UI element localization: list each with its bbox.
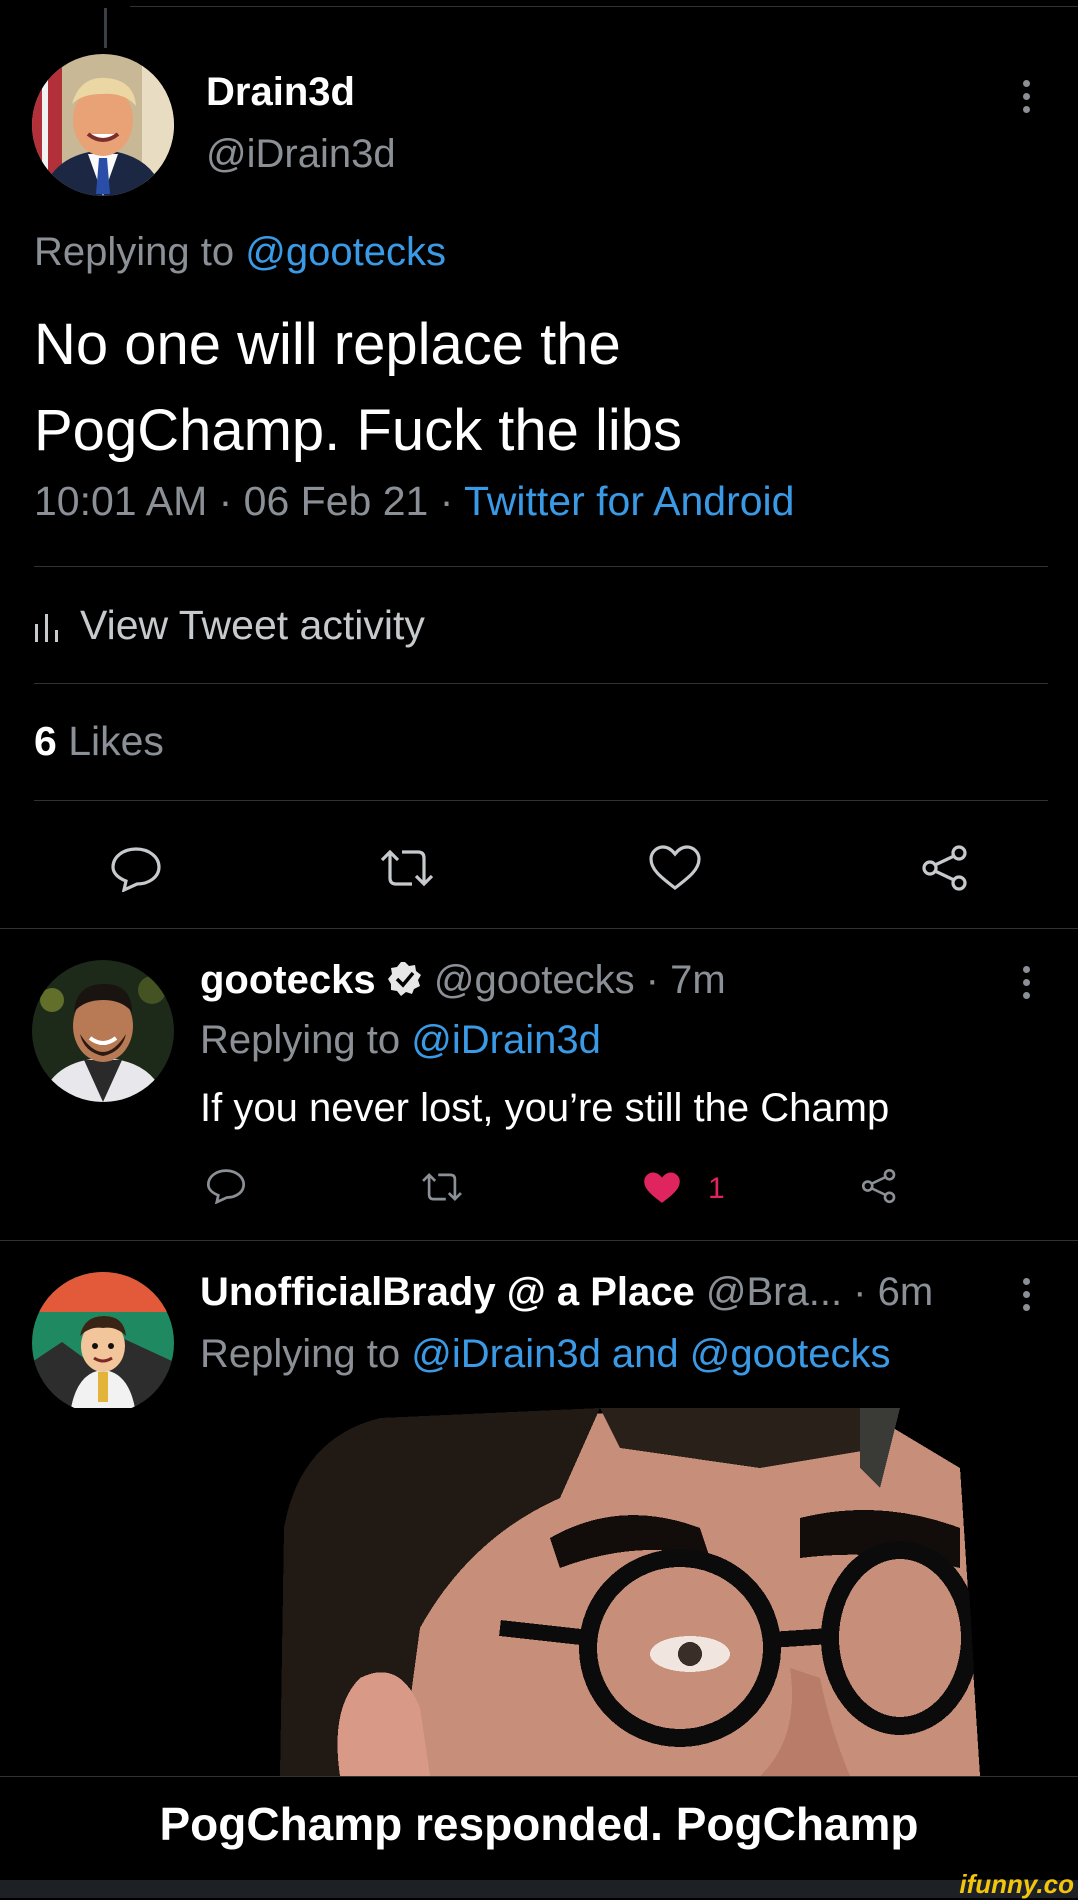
reply-display-name[interactable]: gootecks	[200, 958, 376, 1002]
replying-prefix: Replying to	[200, 1018, 401, 1062]
retweet-icon[interactable]	[378, 846, 436, 890]
share-icon[interactable]	[920, 844, 970, 892]
more-icon[interactable]	[1022, 80, 1030, 113]
reply-like-count: 1	[708, 1172, 725, 1205]
likes-summary[interactable]: 6 Likes	[34, 718, 164, 765]
reply-media-image[interactable]	[0, 1408, 1078, 1776]
tweet-text-line: No one will replace the	[34, 312, 621, 377]
avatar-drain3d[interactable]	[32, 54, 174, 196]
author-handle[interactable]: @iDrain3d	[206, 132, 396, 177]
liked-heart-icon[interactable]	[642, 1170, 682, 1206]
more-icon[interactable]	[1022, 1278, 1030, 1311]
likes-count: 6	[34, 718, 57, 764]
reply-icon[interactable]	[206, 1168, 246, 1204]
reply-author-line: gootecks @gootecks · 7m	[200, 958, 726, 1003]
tweet-text-line: PogChamp. Fuck the libs	[34, 398, 682, 463]
thread-connector	[104, 8, 107, 48]
top-divider	[130, 6, 1078, 7]
divider	[0, 1240, 1078, 1241]
avatar-gootecks[interactable]	[32, 960, 174, 1102]
divider	[34, 800, 1048, 801]
activity-icon	[35, 613, 58, 642]
like-icon[interactable]	[648, 844, 702, 892]
divider	[34, 566, 1048, 567]
reply-text: If you never lost, you’re still the Cham…	[200, 1086, 890, 1130]
tweet-text: No one will replace the PogChamp. Fuck t…	[34, 302, 1034, 474]
replying-to-link[interactable]: @iDrain3d	[411, 1018, 601, 1062]
author-display-name[interactable]: Drain3d	[206, 70, 355, 115]
verified-badge-icon	[387, 962, 421, 996]
tweet-source-link[interactable]: Twitter for Android	[464, 478, 794, 524]
tweet-timestamp: 10:01 AM · 06 Feb 21 ·	[34, 478, 454, 524]
replying-to: Replying to @gootecks	[34, 230, 446, 275]
reply-handle-time: @gootecks · 7m	[433, 958, 726, 1002]
caption-bar: PogChamp responded. PogChamp	[0, 1776, 1078, 1881]
meme-caption: PogChamp responded. PogChamp	[159, 1798, 919, 1850]
divider	[0, 928, 1078, 929]
likes-label: Likes	[68, 718, 164, 764]
replying-prefix: Replying to	[200, 1332, 401, 1376]
divider	[34, 683, 1048, 684]
replying-prefix: Replying to	[34, 230, 235, 274]
reply-display-name[interactable]: UnofficialBrady @ a Place	[200, 1270, 695, 1314]
view-tweet-activity[interactable]: View Tweet activity	[34, 602, 425, 649]
replying-to: Replying to @iDrain3d	[200, 1018, 601, 1063]
activity-label: View Tweet activity	[80, 602, 425, 648]
reply-author-line: UnofficialBrady @ a Place @Bra... · 6m	[200, 1270, 933, 1315]
replying-to-link[interactable]: @gootecks	[245, 230, 446, 274]
more-icon[interactable]	[1022, 966, 1030, 999]
replying-to-link[interactable]: @iDrain3d and @gootecks	[411, 1332, 890, 1376]
ifunny-watermark: ifunny.co	[959, 1869, 1074, 1899]
replying-to: Replying to @iDrain3d and @gootecks	[200, 1332, 891, 1377]
tweet-metadata: 10:01 AM · 06 Feb 21 · Twitter for Andro…	[34, 478, 794, 525]
avatar-unofficialbrady[interactable]	[32, 1272, 174, 1414]
reply-icon[interactable]	[110, 846, 162, 892]
retweet-icon[interactable]	[420, 1170, 464, 1204]
reply-handle-time: @Bra... · 6m	[705, 1270, 934, 1314]
share-icon[interactable]	[860, 1168, 898, 1204]
watermark-bar	[0, 1880, 1078, 1898]
